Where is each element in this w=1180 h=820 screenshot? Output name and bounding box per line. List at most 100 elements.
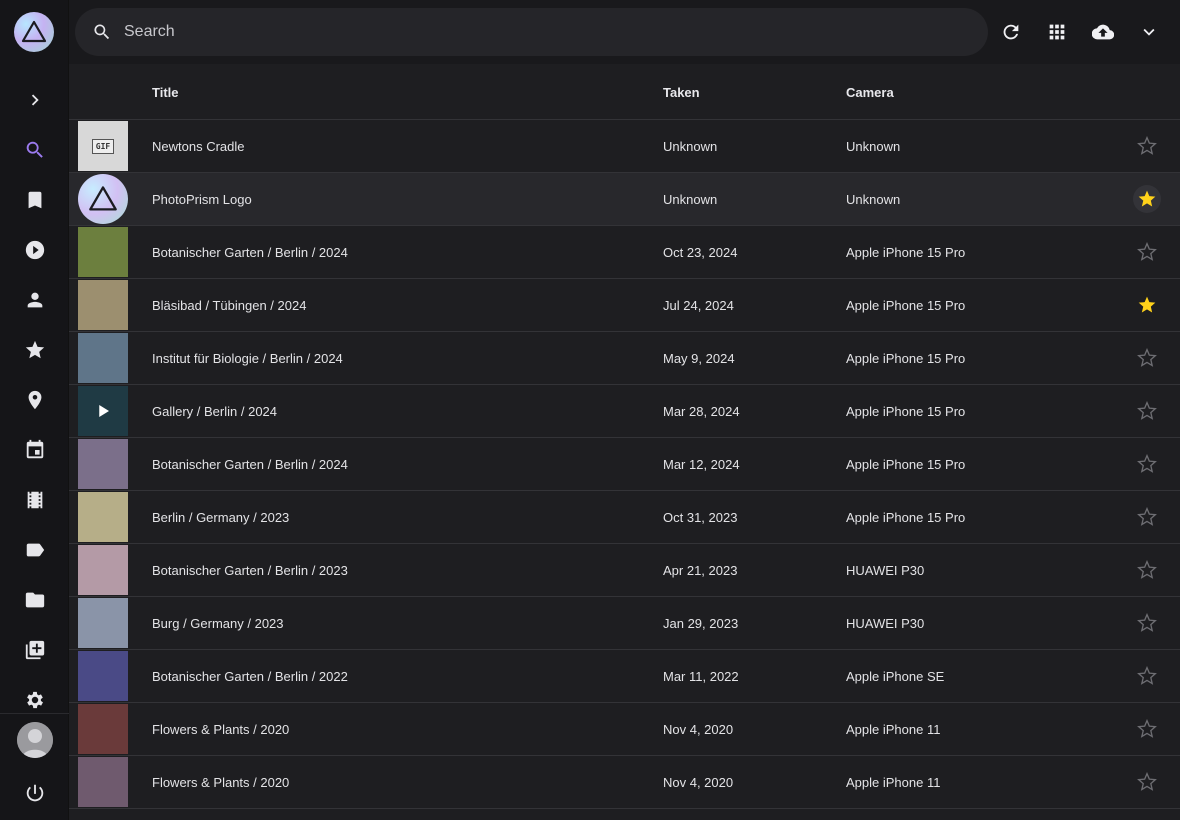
reload-button[interactable] [989, 10, 1033, 54]
column-header-taken[interactable]: Taken [663, 85, 700, 100]
sidebar [0, 0, 69, 820]
row-title[interactable]: Burg / Germany / 2023 [152, 616, 284, 631]
table-row[interactable]: Institut für Biologie / Berlin / 2024 May… [69, 332, 1180, 385]
favorite-toggle[interactable] [1133, 238, 1161, 266]
photo-table: Title Taken Camera GIF Newtons Cradle Unkn… [69, 64, 1180, 820]
row-title[interactable]: Gallery / Berlin / 2024 [152, 404, 277, 419]
play-circle-icon [25, 240, 44, 260]
table-row[interactable]: Flowers & Plants / 2020 Nov 4, 2020 Apple … [69, 756, 1180, 809]
search-input[interactable] [124, 23, 924, 41]
favorite-toggle[interactable] [1133, 291, 1161, 319]
nav-labels[interactable] [0, 528, 69, 572]
row-camera: Apple iPhone 15 Pro [846, 298, 966, 313]
logo-triangle-icon [89, 186, 117, 211]
nav-favorites[interactable] [0, 328, 69, 372]
photo-thumbnail[interactable] [78, 704, 128, 754]
favorite-toggle[interactable] [1133, 344, 1161, 372]
table-row[interactable]: Botanischer Garten / Berlin / 2024 Oct 23… [69, 226, 1180, 279]
nav-people[interactable] [0, 278, 69, 322]
nav-library[interactable] [0, 628, 69, 672]
photoprism-logo[interactable] [14, 12, 54, 52]
photo-thumbnail[interactable] [78, 598, 128, 648]
nav-folders[interactable] [0, 578, 69, 622]
row-title[interactable]: Botanischer Garten / Berlin / 2022 [152, 669, 348, 684]
row-taken-date: Mar 11, 2022 [663, 669, 739, 684]
photo-thumbnail[interactable] [78, 174, 128, 224]
search-icon [26, 141, 43, 158]
nav-places[interactable] [0, 378, 69, 422]
folder-icon [25, 592, 44, 608]
row-taken-date: Jan 29, 2023 [663, 616, 739, 631]
table-row[interactable]: GIF Newtons Cradle Unknown Unknown [69, 120, 1180, 173]
row-title[interactable]: Flowers & Plants / 2020 [152, 722, 289, 737]
star-outline-icon [1137, 613, 1157, 632]
favorite-toggle[interactable] [1133, 450, 1161, 478]
row-title[interactable]: Botanischer Garten / Berlin / 2024 [152, 457, 348, 472]
table-row[interactable]: Botanischer Garten / Berlin / 2022 Mar 11… [69, 650, 1180, 703]
column-header-title[interactable]: Title [152, 85, 179, 100]
favorite-toggle[interactable] [1133, 185, 1161, 213]
table-row[interactable]: Bläsibad / Tübingen / 2024 Jul 24, 2024 Ap… [69, 279, 1180, 332]
row-title[interactable]: Botanischer Garten / Berlin / 2023 [152, 563, 348, 578]
row-title[interactable]: Berlin / Germany / 2023 [152, 510, 289, 525]
row-camera: HUAWEI P30 [846, 563, 925, 578]
row-camera: Apple iPhone 15 Pro [846, 510, 966, 525]
expand-toolbar-button[interactable] [1127, 10, 1171, 54]
row-taken-date: Apr 21, 2023 [663, 563, 738, 578]
calendar-icon [26, 439, 43, 459]
photo-thumbnail[interactable]: GIF [78, 121, 128, 171]
table-row[interactable]: Burg / Germany / 2023 Jan 29, 2023 HUAWEI … [69, 597, 1180, 650]
photo-thumbnail[interactable] [78, 333, 128, 383]
expand-sidebar-button[interactable] [0, 78, 69, 122]
toolbar [69, 0, 1180, 64]
gear-icon [26, 691, 43, 709]
upload-button[interactable] [1081, 10, 1125, 54]
favorite-toggle[interactable] [1133, 662, 1161, 690]
column-header-camera[interactable]: Camera [846, 85, 894, 100]
nav-albums[interactable] [0, 178, 69, 222]
star-icon [25, 340, 44, 359]
row-title[interactable]: Botanischer Garten / Berlin / 2024 [152, 245, 348, 260]
photo-thumbnail[interactable] [78, 439, 128, 489]
nav-videos[interactable] [0, 228, 69, 272]
view-toggle-button[interactable] [1035, 10, 1079, 54]
nav-moments[interactable] [0, 478, 69, 522]
row-title[interactable]: Institut für Biologie / Berlin / 2024 [152, 351, 343, 366]
photo-thumbnail[interactable] [78, 386, 128, 436]
photo-thumbnail[interactable] [78, 757, 128, 807]
nav-search[interactable] [0, 128, 69, 172]
favorite-toggle[interactable] [1133, 503, 1161, 531]
star-outline-icon [1137, 772, 1157, 791]
avatar[interactable] [17, 722, 53, 758]
star-outline-icon [1137, 666, 1157, 685]
favorite-toggle[interactable] [1133, 132, 1161, 160]
row-title[interactable]: Bläsibad / Tübingen / 2024 [152, 298, 306, 313]
photo-thumbnail[interactable] [78, 651, 128, 701]
star-filled-icon [1138, 190, 1156, 207]
photo-thumbnail[interactable] [78, 227, 128, 277]
photo-thumbnail[interactable] [78, 492, 128, 542]
table-header: Title Taken Camera [69, 64, 1180, 120]
row-title[interactable]: PhotoPrism Logo [152, 192, 252, 207]
favorite-toggle[interactable] [1133, 609, 1161, 637]
row-title[interactable]: Flowers & Plants / 2020 [152, 775, 289, 790]
logout-button[interactable] [0, 771, 69, 815]
table-row[interactable]: Flowers & Plants / 2020 Nov 4, 2020 Apple … [69, 703, 1180, 756]
favorite-toggle[interactable] [1133, 715, 1161, 743]
table-row[interactable]: Botanischer Garten / Berlin / 2024 Mar 12… [69, 438, 1180, 491]
photo-thumbnail[interactable] [78, 280, 128, 330]
row-title[interactable]: Newtons Cradle [152, 139, 245, 154]
cloud-upload-icon [1092, 24, 1114, 40]
photo-thumbnail[interactable] [78, 545, 128, 595]
favorite-toggle[interactable] [1133, 556, 1161, 584]
favorite-toggle[interactable] [1133, 397, 1161, 425]
nav-calendar[interactable] [0, 428, 69, 472]
row-camera: Apple iPhone SE [846, 669, 945, 684]
table-row[interactable]: Botanischer Garten / Berlin / 2023 Apr 21… [69, 544, 1180, 597]
table-row[interactable]: PhotoPrism Logo Unknown Unknown [69, 173, 1180, 226]
table-row[interactable]: Berlin / Germany / 2023 Oct 31, 2023 Apple… [69, 491, 1180, 544]
row-camera: HUAWEI P30 [846, 616, 925, 631]
favorite-toggle[interactable] [1133, 768, 1161, 796]
table-row[interactable]: Gallery / Berlin / 2024 Mar 28, 2024 Apple… [69, 385, 1180, 438]
nav-settings[interactable] [0, 678, 69, 722]
